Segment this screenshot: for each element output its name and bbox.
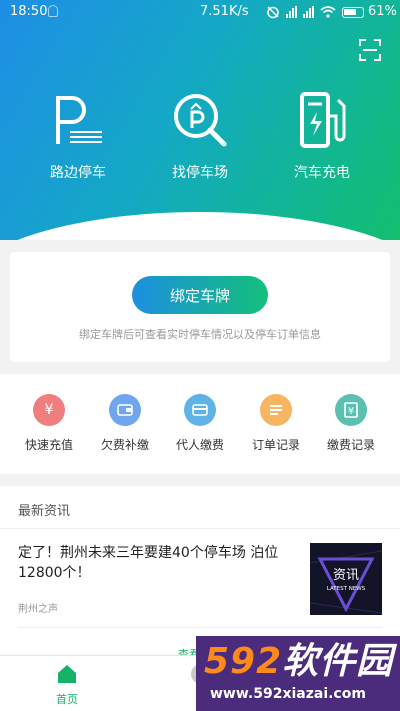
network-speed: 7.51K/s <box>200 4 249 19</box>
scan-icon[interactable] <box>358 38 382 62</box>
action-quick-recharge[interactable]: ¥ 快速充值 <box>9 394 89 453</box>
wifi-icon <box>320 6 336 18</box>
ev-charging-icon <box>300 92 346 148</box>
status-time: 18:50 <box>10 4 48 19</box>
feature-label: 路边停车 <box>50 165 106 181</box>
card-icon <box>184 394 216 426</box>
alarm-icon <box>267 6 279 19</box>
news-thumbnail: 资讯 LATEST NEWS <box>310 543 382 615</box>
action-label: 欠费补缴 <box>100 438 149 452</box>
parking-p-icon <box>56 96 102 144</box>
hero-banner: 18:50 7.51K/s 61% 路边停车 找停车场 汽车充电 <box>0 0 400 240</box>
wallet-icon <box>109 394 141 426</box>
svg-text:¥: ¥ <box>348 406 354 417</box>
action-arrears-payment[interactable]: 欠费补缴 <box>85 394 165 453</box>
receipt-icon: ¥ <box>335 394 367 426</box>
divider <box>18 627 382 628</box>
feature-find-parking[interactable]: 找停车场 <box>145 88 255 182</box>
watermark-url: www.592xiazai.com <box>210 686 366 702</box>
battery-icon <box>342 6 364 18</box>
bind-plate-button[interactable]: 绑定车牌 <box>132 276 268 314</box>
feature-ev-charging[interactable]: 汽车充电 <box>267 88 377 182</box>
watermark-brand-num: 592 <box>204 641 283 682</box>
action-order-records[interactable]: 订单记录 <box>236 394 316 453</box>
feature-label: 汽车充电 <box>294 165 350 181</box>
find-parking-icon <box>174 94 227 147</box>
notification-icon <box>48 5 58 17</box>
status-icons <box>266 5 364 19</box>
action-label: 订单记录 <box>251 438 300 452</box>
bind-plate-hint: 绑定车牌后可查看实时停车情况以及停车订单信息 <box>79 328 321 341</box>
news-thumb-subtitle: LATEST NEWS <box>327 586 366 592</box>
yuan-icon: ¥ <box>33 394 65 426</box>
action-label: 缴费记录 <box>326 438 375 452</box>
nav-home-label: 首页 <box>56 693 78 706</box>
signal-icon-2 <box>303 6 314 18</box>
news-section: 最新资讯 定了！荆州未来三年要建40个停车场 泊位12800个！ 荆州之声 资讯… <box>0 486 400 661</box>
action-label: 代人缴费 <box>175 438 224 452</box>
feature-label: 找停车场 <box>172 165 228 181</box>
news-item[interactable]: 定了！荆州未来三年要建40个停车场 泊位12800个！ 荆州之声 资讯 LATE… <box>0 529 400 627</box>
status-bar: 18:50 7.51K/s 61% <box>0 0 400 26</box>
news-source: 荆州之声 <box>18 604 58 615</box>
nav-home[interactable]: 首页 <box>42 664 92 707</box>
signal-icon <box>286 6 297 18</box>
quick-actions: ¥ 快速充值 欠费补缴 代人缴费 订单记录 ¥ 缴费记录 <box>0 374 400 474</box>
watermark-brand: 592软件园 <box>204 642 393 682</box>
action-label: 快速充值 <box>24 438 73 452</box>
news-thumbnail-graphic: 资讯 LATEST NEWS <box>310 543 382 615</box>
action-payment-records[interactable]: ¥ 缴费记录 <box>311 394 391 453</box>
watermark-brand-text: 软件园 <box>282 641 394 682</box>
feature-street-parking[interactable]: 路边停车 <box>23 88 133 182</box>
home-icon <box>58 665 76 683</box>
news-thumb-title: 资讯 <box>333 568 359 583</box>
bind-plate-card: 绑定车牌 绑定车牌后可查看实时停车情况以及停车订单信息 <box>10 252 390 362</box>
action-pay-for-others[interactable]: 代人缴费 <box>160 394 240 453</box>
battery-percent: 61% <box>368 4 397 19</box>
list-icon <box>260 394 292 426</box>
hero-curve <box>0 212 400 240</box>
news-section-title: 最新资讯 <box>18 504 71 519</box>
watermark: 592软件园 www.592xiazai.com <box>196 636 400 711</box>
news-headline: 定了！荆州未来三年要建40个停车场 泊位12800个！ <box>18 545 279 581</box>
